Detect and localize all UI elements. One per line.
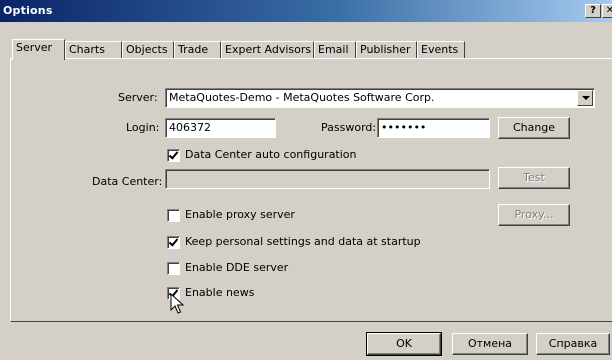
checkbox-box[interactable] [167,149,180,162]
close-icon[interactable]: ✕ [602,4,612,18]
datacenter-auto-label: Data Center auto configuration [185,148,357,161]
checkbox-box[interactable] [167,262,180,275]
checkbox-box[interactable] [167,236,180,249]
tab-publisher[interactable]: Publisher [356,41,417,59]
proxy-label: Enable proxy server [185,208,295,221]
tab-events[interactable]: Events [417,41,465,59]
datacenter-label: Data Center: [92,175,163,188]
help-icon[interactable]: ? [585,4,601,18]
help-button[interactable]: Справка [536,333,610,355]
ok-button[interactable]: OK [366,332,442,356]
password-field[interactable]: ••••••• [377,118,490,138]
checkbox-box[interactable] [167,209,180,222]
tab-expert-advisors[interactable]: Expert Advisors [221,41,314,59]
proxy-button: Proxy... [498,204,570,226]
change-button[interactable]: Change [498,117,570,139]
dde-label: Enable DDE server [185,261,289,274]
news-label: Enable news [185,286,255,299]
tab-email[interactable]: Email [314,41,356,59]
window-title: Options [3,4,53,17]
tab-server[interactable]: Server [12,39,65,60]
title-bar: Options ? ✕ [0,0,612,22]
cancel-button[interactable]: Отмена [452,333,528,355]
login-field[interactable]: 406372 [165,118,276,138]
server-combobox[interactable]: MetaQuotes-Demo - MetaQuotes Software Co… [165,88,595,108]
datacenter-field [165,169,490,189]
server-label: Server: [118,91,158,104]
mouse-cursor-icon [170,293,185,314]
test-button: Test [498,167,570,189]
tab-charts[interactable]: Charts [65,41,122,59]
tab-trade[interactable]: Trade [174,41,221,59]
password-label: Password: [321,121,377,134]
login-label: Login: [126,121,160,134]
chevron-down-icon[interactable] [577,90,593,106]
tab-objects[interactable]: Objects [122,41,174,59]
server-value: MetaQuotes-Demo - MetaQuotes Software Co… [169,91,435,104]
keep-settings-label: Keep personal settings and data at start… [185,235,421,248]
